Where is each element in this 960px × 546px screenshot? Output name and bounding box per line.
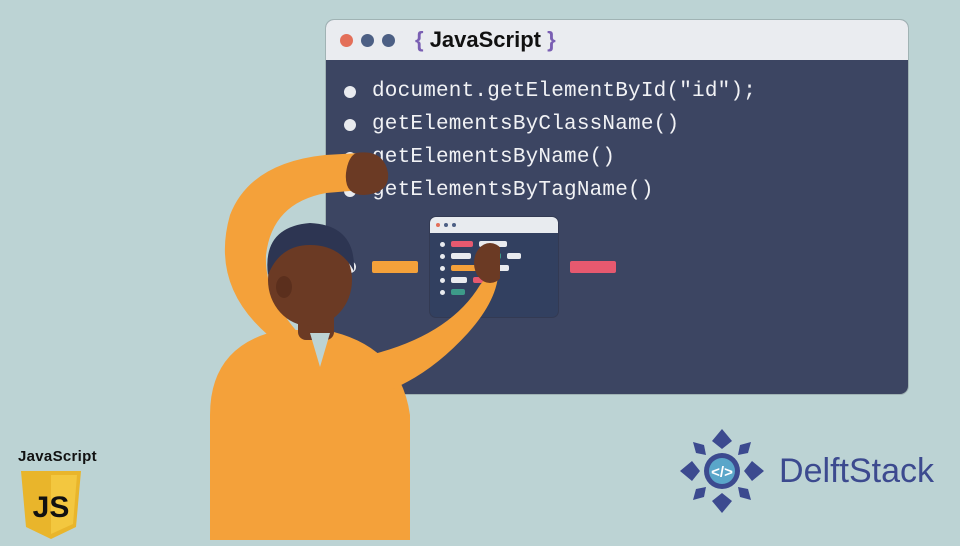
close-dot-icon (340, 34, 353, 47)
max-dot-icon (382, 34, 395, 47)
bullet-icon (344, 152, 356, 164)
bullet-icon (344, 119, 356, 131)
js-shield-icon: JS (18, 469, 84, 541)
editor-titlebar: { JavaScript } (326, 20, 908, 60)
window-traffic-lights (340, 34, 395, 47)
close-dot-icon (436, 223, 440, 227)
js-badge-text: JS (33, 491, 70, 524)
code-text: getElementsByName() (372, 146, 615, 169)
code-line: document.getElementById("id"); (344, 80, 890, 103)
delftstack-logo: </> DelftStack (677, 426, 934, 516)
code-line (344, 212, 890, 322)
delftstack-mark-icon: </> (677, 426, 767, 516)
max-dot-icon (452, 223, 456, 227)
mini-titlebar (430, 217, 558, 233)
javascript-logo-label: JavaScript (18, 448, 98, 465)
code-text: getElementsByTagName() (372, 179, 654, 202)
code-text: getElementsByClassName() (372, 113, 679, 136)
chip-icon (570, 261, 616, 273)
min-dot-icon (361, 34, 374, 47)
bullet-icon (344, 185, 356, 197)
editor-title: { JavaScript } (415, 27, 556, 53)
code-line: getElementsByTagName() (344, 179, 890, 202)
bullet-icon (344, 86, 356, 98)
javascript-logo: JavaScript JS (18, 448, 98, 546)
mini-window-illustration (372, 212, 616, 322)
min-dot-icon (444, 223, 448, 227)
code-text: document.getElementById("id"); (372, 80, 756, 103)
code-line: getElementsByName() (344, 146, 890, 169)
bullet-icon (344, 261, 356, 273)
editor-body: document.getElementById("id"); getElemen… (326, 60, 908, 352)
svg-text:</>: </> (711, 464, 733, 481)
mini-window (430, 217, 558, 317)
code-editor-window: { JavaScript } document.getElementById("… (326, 20, 908, 394)
chip-icon (372, 261, 418, 273)
delftstack-text: DelftStack (779, 452, 934, 491)
code-line: getElementsByClassName() (344, 113, 890, 136)
